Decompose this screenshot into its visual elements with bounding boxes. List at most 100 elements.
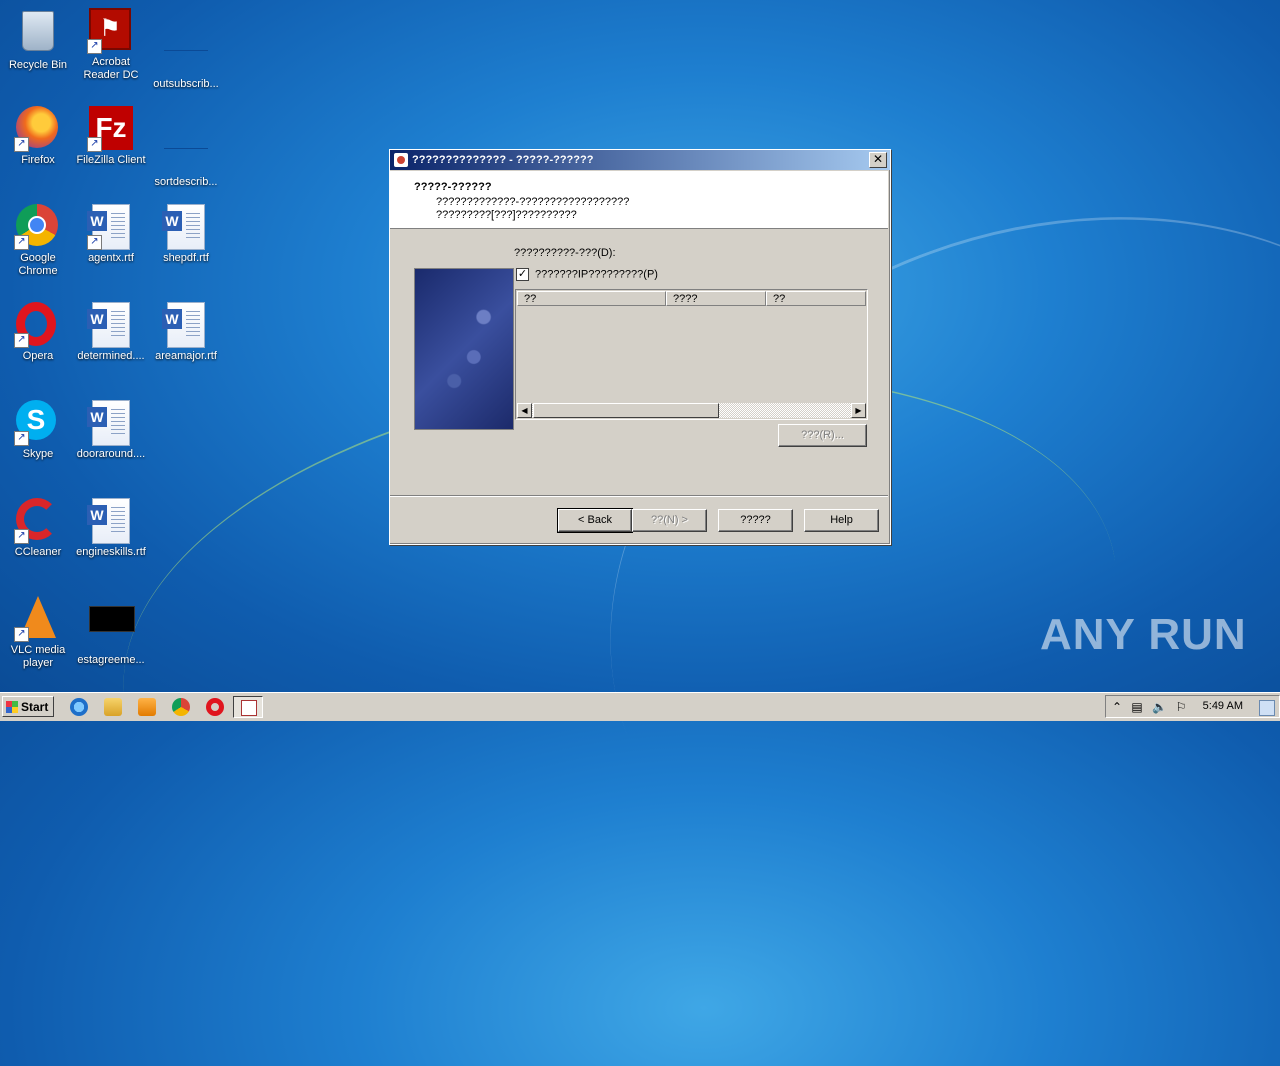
- help-button[interactable]: Help: [804, 509, 879, 532]
- shortcut-arrow-icon: ↗: [87, 39, 102, 54]
- desktop-icon-chrome[interactable]: ↗ Google Chrome: [0, 204, 76, 278]
- taskbar: Start ⌃ ▤ 🔈 ⚐ 5:49 AM: [0, 692, 1280, 721]
- word-doc-icon: W: [162, 204, 208, 250]
- header-title: ?????-??????: [414, 181, 492, 193]
- chrome-icon: ↗: [14, 204, 60, 250]
- flag-icon[interactable]: ⚐: [1174, 700, 1188, 714]
- footer-separator: [390, 495, 888, 497]
- system-tray: ⌃ ▤ 🔈 ⚐ 5:49 AM: [1105, 695, 1280, 718]
- recycle-bin-icon: [16, 11, 60, 55]
- arrow-left-icon: ◀: [521, 406, 528, 415]
- dialog-title: ?????????????? - ?????-??????: [412, 154, 594, 166]
- shortcut-arrow-icon: ↗: [14, 627, 29, 642]
- start-label: Start: [21, 700, 49, 714]
- active-wizard-icon: [241, 700, 257, 716]
- shortcut-arrow-icon: ↗: [87, 137, 102, 152]
- desktop-icon-label: VLC media player: [10, 644, 66, 669]
- explorer-icon[interactable]: [104, 698, 122, 716]
- word-doc-icon: W: [162, 302, 208, 348]
- checkbox-label: ???????IP?????????(P): [535, 268, 658, 281]
- desktop-icon-label: Recycle Bin: [8, 59, 68, 71]
- desktop-icon-label: Google Chrome: [18, 252, 58, 277]
- cancel-button[interactable]: ?????: [718, 509, 793, 532]
- word-doc-icon: W: [87, 400, 133, 446]
- desktop-icon-opera[interactable]: ↗ Opera: [0, 302, 76, 363]
- scroll-right-button[interactable]: ▶: [851, 403, 866, 418]
- desktop-icon-label: shepdf.rtf: [163, 252, 209, 264]
- show-desktop-icon[interactable]: [1259, 700, 1275, 716]
- volume-icon[interactable]: 🔈: [1152, 700, 1167, 714]
- checkbox[interactable]: ✓: [516, 268, 529, 281]
- desktop-icon-label: CCleaner: [14, 546, 62, 558]
- windows-logo-icon: [6, 701, 18, 713]
- desktop-icon-filezilla[interactable]: Fz ↗ FileZilla Client: [73, 106, 149, 167]
- desktop-icon-determined[interactable]: W determined....: [73, 302, 149, 363]
- scroll-left-button[interactable]: ◀: [517, 403, 532, 418]
- clock[interactable]: 5:49 AM: [1203, 696, 1243, 717]
- shortcut-arrow-icon: ↗: [14, 333, 29, 348]
- scroll-thumb[interactable]: [533, 403, 719, 418]
- skype-icon: S ↗: [14, 400, 60, 446]
- desktop-icon-recycle-bin[interactable]: Recycle Bin: [0, 8, 76, 72]
- vlc-icon: ↗: [14, 596, 60, 642]
- ccleaner-icon: ↗: [14, 498, 60, 544]
- back-button[interactable]: < Back: [557, 508, 633, 533]
- shortcut-arrow-icon: ↗: [14, 235, 29, 250]
- close-button[interactable]: ✕: [869, 152, 887, 168]
- desktop-icon-label: engineskills.rtf: [76, 546, 146, 558]
- chrome-icon[interactable]: [172, 698, 190, 716]
- start-button[interactable]: Start: [2, 696, 54, 717]
- wizard-app-icon: [394, 153, 408, 167]
- desktop-icon-ccleaner[interactable]: ↗ CCleaner: [0, 498, 76, 559]
- desktop-icon-sortdescrib[interactable]: sortdescrib...: [148, 106, 224, 189]
- chevron-up-icon[interactable]: ⌃: [1110, 700, 1124, 714]
- desktop-icon-engineskills[interactable]: W engineskills.rtf: [73, 498, 149, 559]
- desktop-icon-label: outsubscrib...: [153, 78, 219, 90]
- checkbox-row[interactable]: ✓ ???????IP?????????(P): [516, 268, 658, 281]
- desktop-icon-areamajor[interactable]: W areamajor.rtf: [148, 302, 224, 363]
- horizontal-scrollbar[interactable]: ◀ ▶: [517, 403, 866, 418]
- column-header-2[interactable]: ????: [666, 291, 766, 306]
- desktop-icon-vlc[interactable]: ↗ VLC media player: [0, 596, 76, 670]
- word-doc-icon: W: [87, 302, 133, 348]
- desktop-icon-label: sortdescrib...: [154, 176, 218, 188]
- desktop-icon-skype[interactable]: S ↗ Skype: [0, 400, 76, 461]
- desktop-icon-label: areamajor.rtf: [155, 350, 217, 362]
- column-header-1[interactable]: ??: [517, 291, 666, 306]
- desktop-icon-shepdf[interactable]: W shepdf.rtf: [148, 204, 224, 265]
- desktop-icon-label: FileZilla Client: [76, 154, 146, 166]
- ie-icon[interactable]: [70, 698, 88, 716]
- desktop-icon-firefox[interactable]: ↗ Firefox: [0, 106, 76, 167]
- word-doc-icon: W ↗: [87, 204, 133, 250]
- desktop-icon-outsubscrib[interactable]: outsubscrib...: [148, 8, 224, 91]
- arrow-right-icon: ▶: [855, 406, 862, 415]
- desktop-icon-agentx[interactable]: W ↗ agentx.rtf: [73, 204, 149, 265]
- desktop-icon-estagreement[interactable]: estagreeme...: [73, 596, 149, 667]
- list-view[interactable]: ?? ???? ?? ◀ ▶: [515, 289, 868, 420]
- media-player-icon[interactable]: [138, 698, 156, 716]
- wizard-side-image: [414, 268, 514, 430]
- shortcut-arrow-icon: ↗: [14, 137, 29, 152]
- desktop-icon-label: estagreeme...: [77, 654, 145, 666]
- desktop-icon-label: Acrobat Reader DC: [83, 56, 139, 81]
- list-label: ??????????-???(D):: [514, 247, 616, 259]
- next-button[interactable]: ??(N) >: [632, 509, 707, 532]
- desktop-icon-label: Opera: [22, 350, 54, 362]
- acrobat-icon: ⚑ ↗: [87, 8, 133, 54]
- taskbar-item-wizard[interactable]: [233, 696, 263, 718]
- wizard-dialog: ?????????????? - ?????-?????? ✕ ?????-??…: [389, 149, 891, 545]
- desktop-icon-label: dooraround....: [76, 448, 146, 460]
- header-description-line1: ?????????????-??????????????????: [436, 196, 630, 208]
- remove-button[interactable]: ???(R)...: [778, 424, 867, 447]
- opera-icon[interactable]: [206, 698, 224, 716]
- firefox-icon: ↗: [14, 106, 60, 152]
- column-header-3[interactable]: ??: [766, 291, 866, 306]
- shortcut-arrow-icon: ↗: [14, 529, 29, 544]
- shortcut-arrow-icon: ↗: [14, 431, 29, 446]
- header-description-line2: ?????????[???]??????????: [436, 209, 577, 221]
- desktop-icon-dooraround[interactable]: W dooraround....: [73, 400, 149, 461]
- desktop-icon-acrobat[interactable]: ⚑ ↗ Acrobat Reader DC: [73, 8, 149, 82]
- dialog-titlebar[interactable]: ?????????????? - ?????-?????? ✕: [390, 150, 890, 170]
- network-icon[interactable]: ▤: [1130, 700, 1144, 714]
- opera-icon: ↗: [14, 302, 60, 348]
